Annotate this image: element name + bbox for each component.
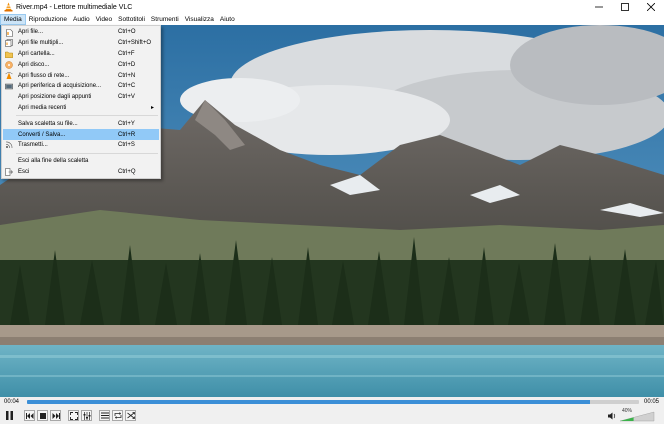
menu-item-apri-file-multipli[interactable]: Apri file multipli... Ctrl+Shift+O	[2, 38, 160, 49]
menu-separator	[16, 152, 158, 154]
menu-item-esci-fine-scaletta[interactable]: Esci alla fine della scaletta	[2, 156, 160, 167]
total-time: 00:05	[644, 398, 660, 405]
shuffle-icon	[126, 412, 135, 419]
stream-icon	[5, 141, 13, 149]
control-bar: 40%	[0, 407, 664, 424]
playlist-button[interactable]	[99, 410, 110, 421]
menu-item-apri-flusso-di-rete[interactable]: Apri flusso di rete... Ctrl+N	[2, 70, 160, 81]
maximize-icon[interactable]	[612, 0, 638, 14]
menu-video[interactable]: Video	[93, 14, 116, 25]
title-bar: River.mp4 - Lettore multimediale VLC	[0, 0, 664, 14]
menu-bar: Media Riproduzione Audio Video Sottotito…	[0, 14, 664, 25]
disc-icon	[5, 61, 13, 69]
extended-settings-button[interactable]	[81, 410, 92, 421]
seek-slider[interactable]	[27, 400, 639, 404]
seek-progress-fill	[27, 400, 591, 404]
seek-row: 00:04 00:05	[0, 397, 664, 407]
open-folder-icon	[5, 50, 13, 58]
menu-item-apri-file[interactable]: Apri file... Ctrl+O	[2, 27, 160, 38]
menu-media[interactable]: Media	[0, 14, 26, 25]
menu-item-trasmetti[interactable]: Trasmetti... Ctrl+S	[2, 140, 160, 151]
speaker-icon[interactable]	[608, 412, 617, 422]
previous-icon	[25, 412, 33, 419]
submenu-arrow-icon: ▸	[150, 105, 154, 112]
pause-button[interactable]	[2, 408, 17, 423]
menu-separator	[16, 115, 158, 117]
next-button[interactable]	[50, 410, 61, 421]
menu-item-apri-disco[interactable]: Apri disco... Ctrl+D	[2, 59, 160, 70]
minimize-icon[interactable]	[586, 0, 612, 14]
capture-device-icon	[5, 82, 13, 90]
close-icon[interactable]	[638, 0, 664, 14]
loop-button[interactable]	[112, 410, 123, 421]
next-icon	[52, 412, 60, 419]
menu-item-apri-media-recenti[interactable]: Apri media recenti ▸	[2, 103, 160, 114]
menu-item-apri-posizione-appunti[interactable]: Apri posizione dagli appunti Ctrl+V	[2, 92, 160, 103]
elapsed-time: 00:04	[4, 398, 20, 405]
menu-item-esci[interactable]: Esci Ctrl+Q	[2, 167, 160, 178]
open-multiple-files-icon	[5, 39, 13, 48]
menu-riproduzione[interactable]: Riproduzione	[26, 14, 70, 25]
menu-item-apri-periferica[interactable]: Apri periferica di acquisizione... Ctrl+…	[2, 81, 160, 92]
menu-item-salva-scaletta[interactable]: Salva scaletta su file... Ctrl+Y	[2, 118, 160, 129]
equalizer-icon	[83, 411, 90, 420]
shuffle-button[interactable]	[125, 410, 136, 421]
open-file-icon	[5, 28, 13, 37]
media-menu: Apri file... Ctrl+O Apri file multipli..…	[1, 25, 161, 180]
volume-level-label: 40%	[622, 408, 633, 414]
menu-sottotitoli[interactable]: Sottotitoli	[115, 14, 148, 25]
window-title: River.mp4 - Lettore multimediale VLC	[16, 3, 133, 11]
previous-button[interactable]	[24, 410, 35, 421]
stop-button[interactable]	[37, 410, 48, 421]
menu-item-converti-salva[interactable]: Converti / Salva... Ctrl+R	[3, 129, 159, 140]
pause-icon	[6, 411, 13, 420]
fullscreen-button[interactable]	[68, 410, 79, 421]
menu-visualizza[interactable]: Visualizza	[182, 14, 217, 25]
stop-icon	[39, 412, 46, 419]
menu-audio[interactable]: Audio	[70, 14, 93, 25]
exit-icon	[5, 168, 13, 176]
network-stream-icon	[5, 71, 13, 80]
loop-icon	[114, 412, 121, 419]
menu-strumenti[interactable]: Strumenti	[148, 14, 182, 25]
menu-aiuto[interactable]: Aiuto	[217, 14, 238, 25]
vlc-cone-icon	[3, 2, 13, 12]
menu-item-apri-cartella[interactable]: Apri cartella... Ctrl+F	[2, 49, 160, 60]
playlist-icon	[100, 412, 109, 419]
fullscreen-icon	[69, 411, 78, 420]
